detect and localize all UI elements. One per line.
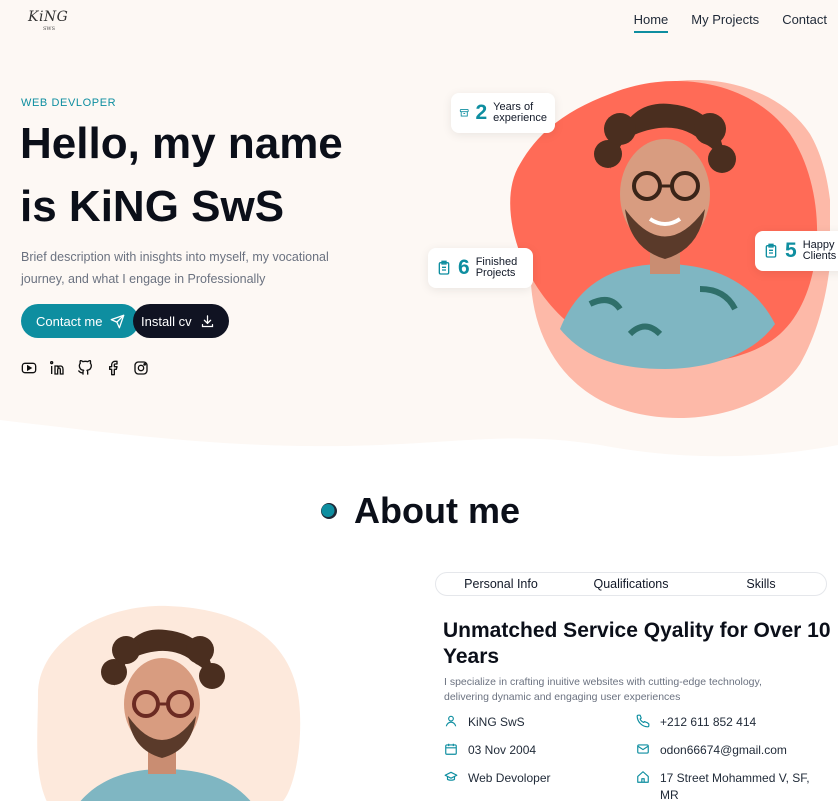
stat-experience-number: 2 — [475, 101, 488, 124]
section-dot-icon — [321, 503, 337, 519]
logo-subtext: SWS — [43, 26, 55, 32]
about-photo — [37, 605, 301, 801]
site-logo[interactable]: KiNG SWS — [28, 9, 72, 33]
clipboard-icon — [438, 260, 450, 275]
info-phone-value: +212 611 852 414 — [660, 715, 757, 729]
stat-clients-number: 5 — [785, 239, 797, 262]
nav-contact[interactable]: Contact — [782, 12, 827, 33]
send-icon — [111, 314, 125, 328]
phone-icon — [636, 714, 650, 728]
info-job: Web Devoloper — [444, 770, 551, 787]
info-job-value: Web Devoloper — [468, 771, 551, 785]
clipboard-icon — [765, 243, 777, 258]
linkedin-icon[interactable] — [49, 360, 65, 376]
info-phone: +212 611 852 414 — [636, 714, 756, 731]
install-cv-label: Install cv — [141, 313, 192, 329]
stat-experience: 2 Years of experience — [451, 93, 555, 133]
contact-me-button[interactable]: Contact me — [21, 304, 140, 338]
about-tabs: Personal Info Qualifications Skills — [435, 572, 827, 596]
graduation-cap-icon — [444, 771, 458, 781]
about-description: I specialize in crafting inuitive websit… — [444, 676, 762, 703]
stat-projects-number: 6 — [458, 256, 470, 279]
stat-experience-label: Years of experience — [493, 101, 547, 124]
logo-text: KiNG — [28, 9, 69, 25]
home-icon — [637, 771, 649, 783]
hero-description: Brief description with inisghts into mys… — [21, 250, 329, 286]
about-title: About me — [354, 490, 520, 531]
headline-line-2: is KiNG SwS — [20, 182, 285, 231]
stat-clients-label: Happy Clients — [802, 239, 837, 262]
about-heading: About me — [320, 490, 520, 532]
main-nav: Home My Projects Contact — [633, 12, 827, 33]
install-cv-button[interactable]: Install cv — [133, 304, 229, 338]
contact-me-label: Contact me — [36, 313, 103, 329]
github-icon[interactable] — [77, 359, 93, 376]
info-birthdate: 03 Nov 2004 — [444, 742, 536, 759]
youtube-icon[interactable] — [21, 360, 37, 376]
facebook-icon[interactable] — [105, 360, 121, 376]
calendar-icon — [445, 743, 457, 755]
stat-projects-label: Finished Projects — [475, 256, 518, 279]
info-address-value: 17 Street Mohammed V, SF, MR — [660, 771, 810, 801]
info-birthdate-value: 03 Nov 2004 — [468, 743, 537, 757]
mail-icon — [637, 744, 649, 754]
tab-qualifications[interactable]: Qualifications — [566, 577, 696, 591]
user-icon — [445, 715, 457, 727]
nav-home[interactable]: Home — [633, 12, 669, 33]
instagram-icon[interactable] — [133, 360, 149, 376]
info-name-value: KiNG SwS — [468, 715, 525, 729]
social-links — [21, 359, 149, 376]
info-email: odon66674@gmail.com — [636, 742, 787, 759]
download-icon — [201, 314, 213, 327]
headline-line-1: Hello, my name — [20, 119, 343, 168]
nav-my-projects[interactable]: My Projects — [691, 12, 759, 33]
archive-icon — [459, 109, 469, 117]
stat-projects: 6 Finished Projects — [428, 248, 533, 288]
hero-headline: Hello, my name is KiNG SwS — [20, 112, 380, 238]
info-email-value: odon66674@gmail.com — [660, 743, 787, 757]
stat-clients: 5 Happy Clients — [755, 231, 838, 271]
tab-skills[interactable]: Skills — [696, 577, 826, 591]
about-subheading: Unmatched Service Qyality for Over 10 Ye… — [443, 619, 831, 668]
info-name: KiNG SwS — [444, 714, 525, 731]
info-address: 17 Street Mohammed V, SF, MR — [636, 770, 826, 801]
hero-subtitle: WEB DEVLOPER — [21, 97, 117, 109]
tab-personal-info[interactable]: Personal Info — [436, 577, 566, 591]
